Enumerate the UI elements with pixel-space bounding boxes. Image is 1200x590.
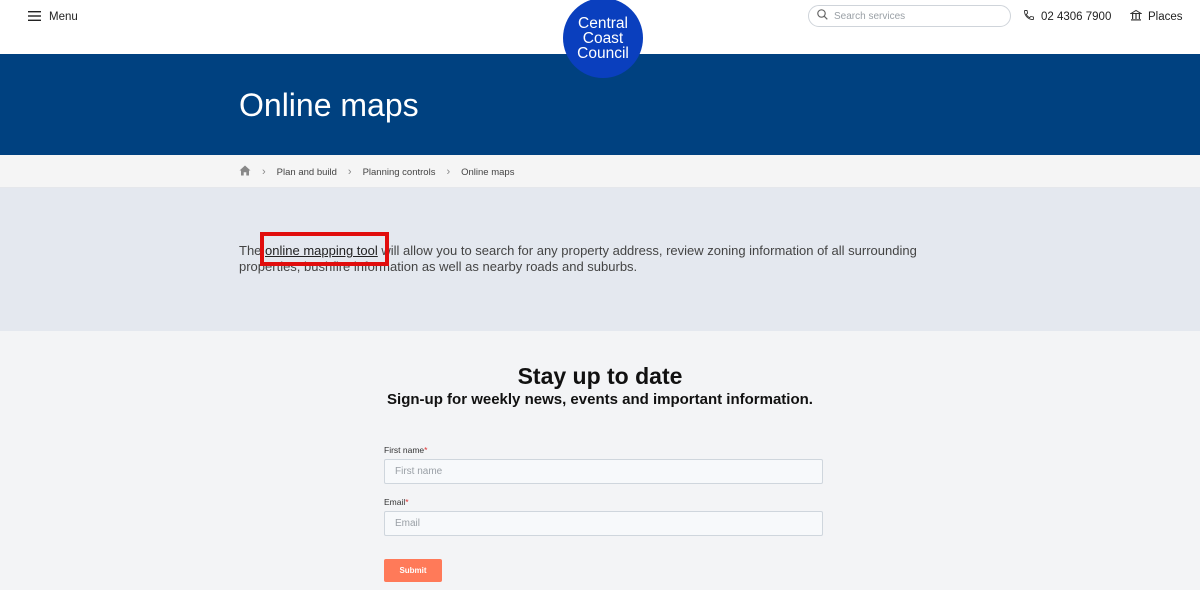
menu-button[interactable]: Menu	[28, 9, 78, 25]
logo-line: Council	[577, 44, 629, 62]
breadcrumb-item-planning-controls[interactable]: Planning controls	[363, 167, 436, 178]
menu-label: Menu	[49, 11, 78, 23]
intro-paragraph: The online mapping tool will allow you t…	[239, 243, 959, 275]
main-content: The online mapping tool will allow you t…	[0, 188, 1200, 331]
search-input[interactable]	[834, 10, 994, 22]
breadcrumb-item-current: Online maps	[461, 166, 515, 178]
council-logo[interactable]: Central Coast Council	[563, 0, 643, 78]
intro-prefix: The	[239, 243, 266, 258]
online-mapping-tool-link[interactable]: online mapping tool	[265, 243, 378, 258]
phone-number: 02 4306 7900	[1041, 10, 1112, 23]
home-icon[interactable]	[239, 165, 251, 179]
chevron-right-icon: ›	[446, 166, 451, 178]
search-icon	[817, 7, 828, 25]
breadcrumb-item-plan-and-build[interactable]: Plan and build	[277, 167, 337, 178]
required-mark: *	[424, 445, 428, 455]
logo-line: Central	[578, 14, 628, 32]
first-name-field[interactable]	[384, 459, 823, 484]
email-field[interactable]	[384, 511, 823, 536]
places-link[interactable]: Places	[1129, 9, 1183, 24]
newsletter-section: Stay up to date Sign-up for weekly news,…	[0, 331, 1200, 590]
hamburger-icon	[28, 8, 41, 26]
building-icon	[1129, 9, 1143, 24]
phone-icon	[1023, 9, 1035, 24]
breadcrumb: › Plan and build › Planning controls › O…	[0, 155, 1200, 188]
page-title: Online maps	[239, 87, 419, 123]
first-name-label: First name*	[384, 445, 427, 455]
required-mark: *	[405, 497, 409, 507]
first-name-label-text: First name	[384, 445, 425, 455]
submit-button[interactable]: Submit	[384, 559, 442, 582]
places-label: Places	[1148, 10, 1183, 23]
logo-line: Coast	[582, 29, 624, 47]
newsletter-title: Stay up to date	[517, 363, 683, 389]
newsletter-subtitle: Sign-up for weekly news, events and impo…	[387, 391, 813, 408]
chevron-right-icon: ›	[347, 166, 352, 178]
email-label-text: Email	[384, 497, 406, 507]
email-label: Email*	[384, 497, 409, 507]
chevron-right-icon: ›	[262, 166, 266, 178]
phone-link[interactable]: 02 4306 7900	[1023, 9, 1111, 24]
site-header: Menu Central Coast Council 02 4306 7900 …	[0, 0, 1200, 78]
search-box	[808, 5, 1011, 27]
